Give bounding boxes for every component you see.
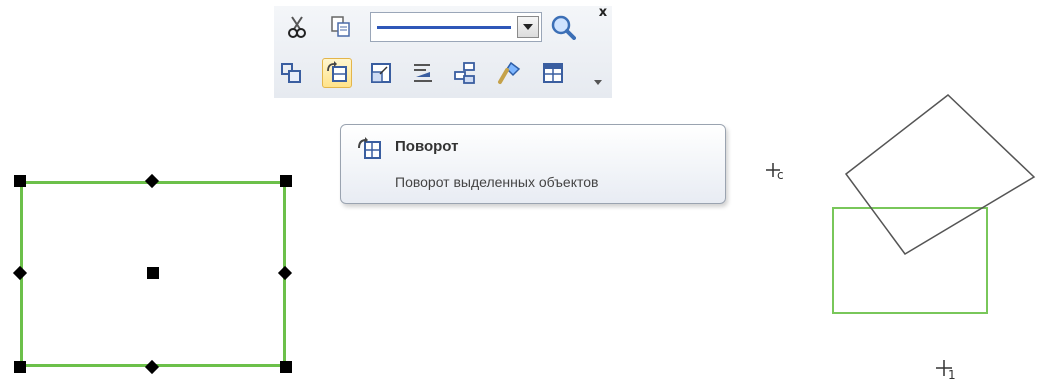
crosshair-cursor-icon: 1 <box>934 358 960 384</box>
chevron-down-icon[interactable] <box>517 16 539 38</box>
rotation-center-handle[interactable] <box>147 267 159 279</box>
arrange-icon[interactable] <box>450 58 480 88</box>
tooltip-description: Поворот выделенных объектов <box>395 174 599 190</box>
rotate-cursor-icon: c <box>764 160 788 184</box>
rotate-icon[interactable] <box>322 58 352 88</box>
zoom-icon[interactable] <box>548 12 578 42</box>
resize-handle-top-left[interactable] <box>14 175 26 187</box>
group-icon[interactable] <box>276 58 306 88</box>
cut-icon[interactable] <box>282 12 312 42</box>
line-style-select[interactable] <box>370 12 542 42</box>
more-icon[interactable] <box>590 74 606 92</box>
cursor-label: 1 <box>948 368 956 382</box>
tooltip-title: Поворот <box>395 138 459 155</box>
rotate-icon <box>355 137 383 166</box>
tooltip: Поворот Поворот выделенных объектов <box>340 124 726 204</box>
table-icon[interactable] <box>538 58 568 88</box>
resize-handle-top-right[interactable] <box>280 175 292 187</box>
rotated-rectangle[interactable] <box>836 92 1038 262</box>
resize-icon[interactable] <box>366 58 396 88</box>
format-painter-icon[interactable] <box>494 58 524 88</box>
copy-icon[interactable] <box>326 12 356 42</box>
align-icon[interactable] <box>408 58 438 88</box>
resize-handle-bottom-right[interactable] <box>280 361 292 373</box>
line-style-sample <box>377 26 511 29</box>
resize-handle-bottom-left[interactable] <box>14 361 26 373</box>
toolbar-close-button[interactable]: x <box>596 6 610 20</box>
cursor-label: c <box>777 168 784 182</box>
